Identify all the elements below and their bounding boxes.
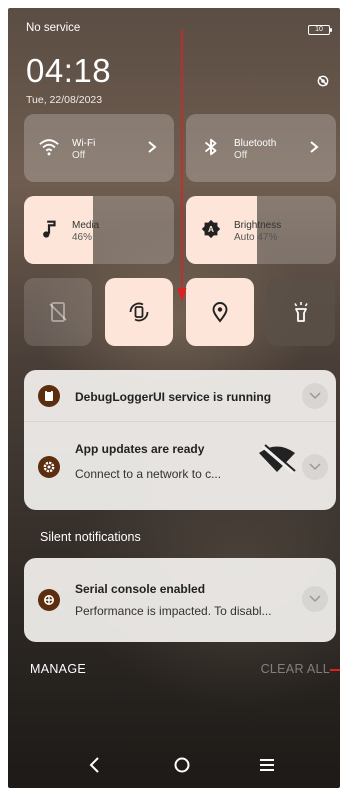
app-icon: [38, 589, 60, 611]
silent-notifications-header: Silent notifications: [40, 530, 141, 544]
notification-group: DebugLoggerUI service is running App upd…: [24, 370, 336, 510]
wifi-state: Off: [72, 150, 86, 161]
notification-body: Connect to a network to c...: [75, 467, 222, 481]
recents-menu-icon[interactable]: [256, 754, 278, 776]
battery-level: 10: [315, 26, 323, 33]
music-note-icon: [43, 220, 56, 238]
expand-button[interactable]: [302, 454, 328, 480]
auto-brightness-icon: A: [201, 219, 221, 239]
auto-rotate-off-toggle[interactable]: [24, 278, 92, 346]
clear-all-button[interactable]: CLEAR ALL: [261, 662, 330, 676]
svg-text:A: A: [208, 225, 214, 234]
date: Tue, 22/08/2023: [26, 94, 103, 106]
brightness-title: Brightness: [234, 220, 282, 231]
brightness-value: Auto 47%: [234, 232, 278, 243]
rotation-lock-icon: [49, 302, 67, 322]
annotation-mark: [330, 669, 340, 671]
brightness-slider[interactable]: A Brightness Auto 47%: [186, 196, 336, 264]
chevron-down-icon: [309, 595, 321, 603]
clock: 04:18: [26, 52, 112, 89]
gear-icon: [43, 461, 55, 473]
bug-icon: [44, 595, 54, 605]
annotation-arrow-icon: [177, 30, 187, 302]
flashlight-toggle[interactable]: [267, 278, 335, 346]
battery-icon: 10: [308, 25, 332, 35]
location-pin-icon: [212, 302, 228, 323]
expand-button[interactable]: [302, 586, 328, 612]
media-title: Media: [72, 220, 100, 231]
back-icon[interactable]: [84, 754, 106, 776]
notification-shade: No service 10 04:18 Tue, 22/08/2023 Wi-F…: [8, 8, 340, 788]
location-toggle[interactable]: [186, 278, 254, 346]
flashlight-icon: [294, 302, 308, 322]
carrier-status: No service: [26, 22, 81, 34]
screen-rotate-icon: [129, 302, 149, 322]
bluetooth-state: Off: [234, 150, 248, 161]
settings-icon[interactable]: [316, 74, 330, 88]
notification-title: Serial console enabled: [75, 582, 206, 596]
manage-button[interactable]: MANAGE: [30, 662, 86, 676]
media-volume-slider[interactable]: Media 46%: [24, 196, 174, 264]
chevron-down-icon: [309, 463, 321, 471]
notification-debuglogger[interactable]: DebugLoggerUI service is running: [24, 370, 336, 422]
wifi-tile[interactable]: Wi-Fi Off: [24, 114, 174, 182]
clipboard-icon: [45, 390, 53, 401]
notification-serial-console[interactable]: Serial console enabled Performance is im…: [24, 558, 336, 642]
notification-body: Performance is impacted. To disabl...: [75, 604, 272, 618]
chevron-down-icon: [309, 392, 321, 400]
bluetooth-title: Bluetooth: [234, 138, 277, 149]
media-value: 46%: [72, 232, 93, 243]
home-icon[interactable]: [171, 754, 193, 776]
wifi-title: Wi-Fi: [72, 138, 96, 149]
auto-rotate-toggle[interactable]: [105, 278, 173, 346]
app-icon: [38, 456, 60, 478]
wifi-off-icon: [259, 444, 296, 474]
notification-title: App updates are ready: [75, 442, 205, 456]
expand-button[interactable]: [302, 383, 328, 409]
notification-app-updates[interactable]: App updates are ready Connect to a netwo…: [24, 422, 336, 510]
notification-title: DebugLoggerUI service is running: [75, 390, 272, 404]
wifi-icon: [39, 139, 59, 156]
navigation-bar: [8, 740, 340, 788]
chevron-right-icon[interactable]: [146, 140, 158, 154]
chevron-right-icon[interactable]: [308, 140, 320, 154]
status-bar: No service 10: [8, 8, 340, 46]
bluetooth-icon: [204, 138, 217, 156]
app-icon: [38, 385, 60, 407]
bluetooth-tile[interactable]: Bluetooth Off: [186, 114, 336, 182]
